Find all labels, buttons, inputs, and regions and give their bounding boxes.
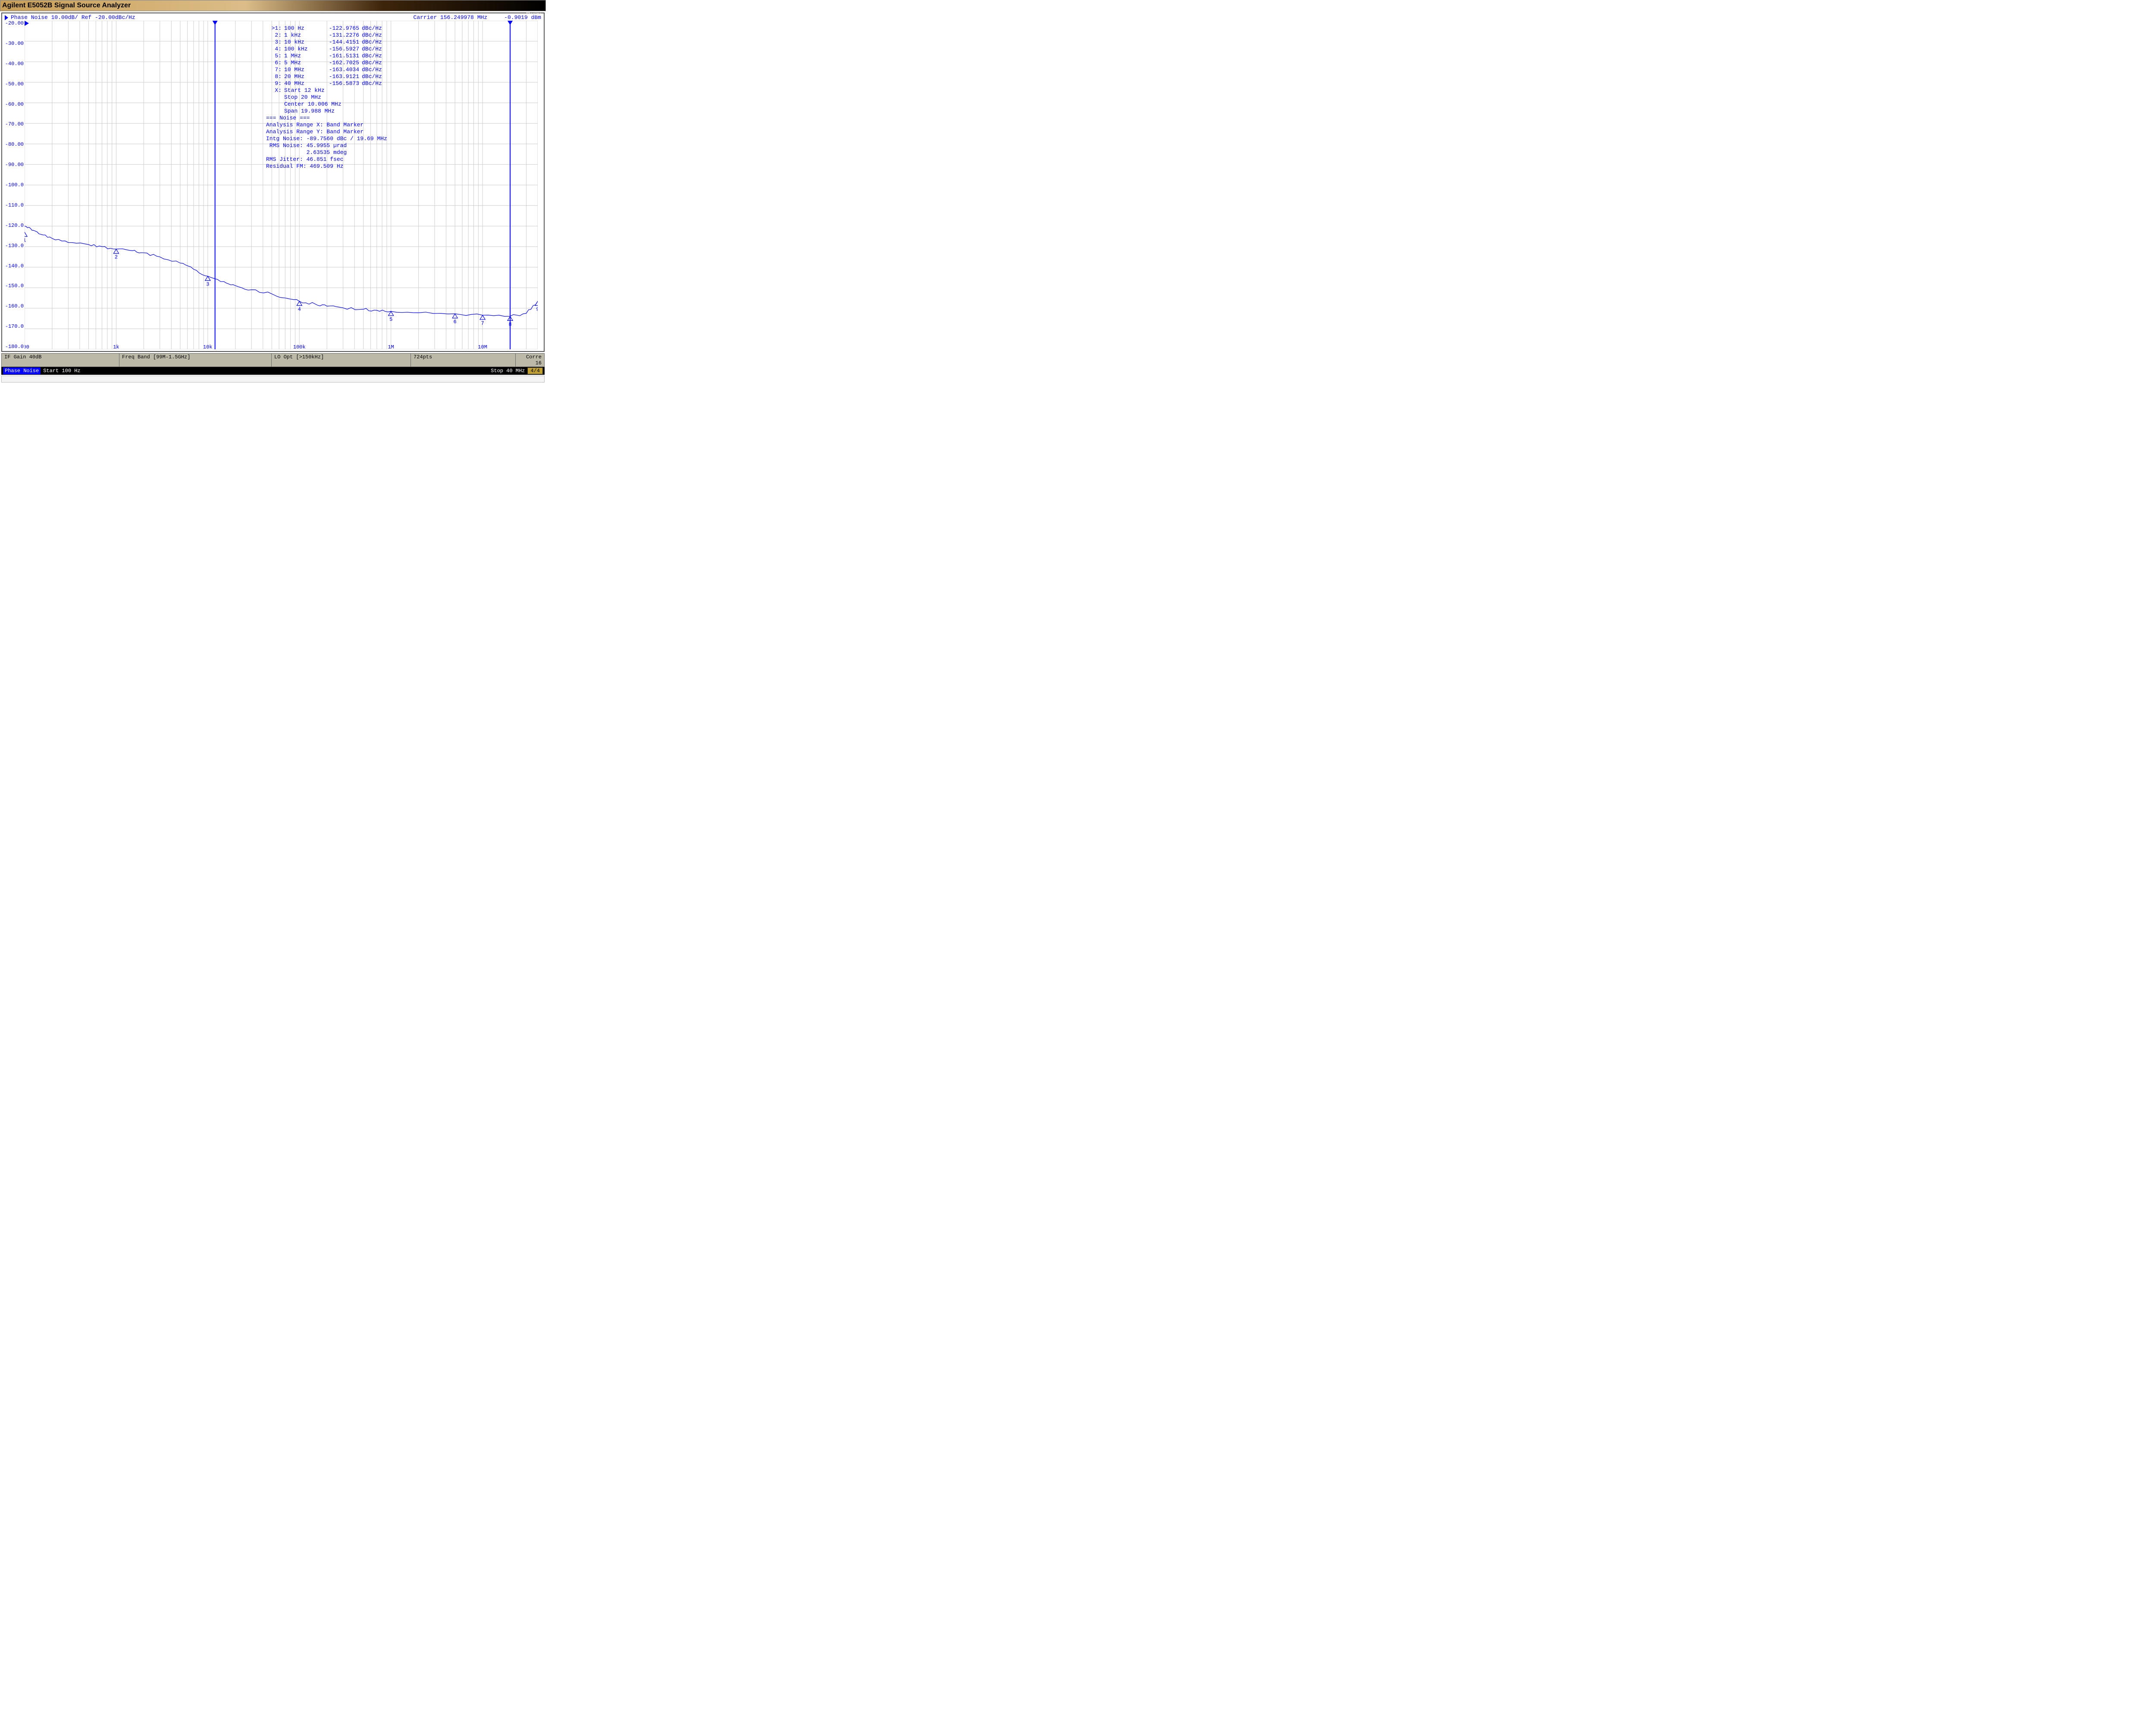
svg-text:7: 7 (481, 320, 484, 326)
svg-text:1M: 1M (388, 344, 394, 349)
svg-text:8: 8 (508, 321, 511, 327)
stop-freq-label: Stop 40 MHz (491, 368, 525, 374)
main-panel: Phase Noise 10.00dB/ Ref -20.00dBc/Hz Ca… (1, 13, 545, 352)
svg-text:10k: 10k (203, 344, 213, 349)
page-indicator[interactable]: 4/4 (527, 367, 543, 374)
svg-text:2: 2 (115, 254, 118, 260)
freq-band-status: Freq Band [99M-1.5GHz] (119, 354, 272, 367)
measurement-bar: Phase Noise Start 100 Hz Stop 40 MHz 4/4 (1, 367, 545, 375)
if-gain-status: IF Gain 40dB (2, 354, 119, 367)
status-bar: IF Gain 40dB Freq Band [99M-1.5GHz] LO O… (1, 353, 545, 367)
svg-text:100k: 100k (293, 344, 306, 349)
svg-text:4: 4 (298, 307, 301, 313)
resize-label[interactable]: Resize (526, 9, 542, 19)
svg-text:6: 6 (454, 319, 457, 325)
svg-text:5: 5 (389, 317, 392, 323)
trace-label: Phase Noise 10.00dB/ Ref -20.00dBc/Hz (11, 14, 135, 21)
svg-text:100: 100 (25, 344, 29, 349)
y-axis-labels: -20.00-30.00-40.00-50.00-60.00-70.00-80.… (4, 21, 24, 349)
plot-area[interactable]: -20.00-30.00-40.00-50.00-60.00-70.00-80.… (25, 21, 541, 349)
points-status: 724pts (411, 354, 516, 367)
mode-label[interactable]: Phase Noise (3, 367, 41, 374)
bottom-spacer (1, 376, 545, 383)
carrier-label: Carrier 156.249978 MHz (414, 14, 488, 21)
correction-status: Corre 16 (516, 354, 544, 367)
svg-text:10M: 10M (478, 344, 487, 349)
window-titlebar: Agilent E5052B Signal Source Analyzer Re… (0, 0, 546, 11)
app-title: Agilent E5052B Signal Source Analyzer (2, 2, 131, 9)
active-trace-icon (5, 15, 8, 20)
svg-text:3: 3 (206, 282, 209, 288)
svg-text:1: 1 (25, 237, 26, 243)
lo-opt-status: LO Opt [>150kHz] (272, 354, 411, 367)
phase-noise-chart[interactable]: 100 1k 10k 100k 1M 10M 1 2 3 4 5 6 7 8 9 (25, 21, 538, 349)
start-freq-label: Start 100 Hz (43, 368, 80, 374)
plot-header: Phase Noise 10.00dB/ Ref -20.00dBc/Hz Ca… (2, 13, 544, 21)
svg-text:9: 9 (536, 306, 538, 312)
svg-text:1k: 1k (113, 344, 119, 349)
